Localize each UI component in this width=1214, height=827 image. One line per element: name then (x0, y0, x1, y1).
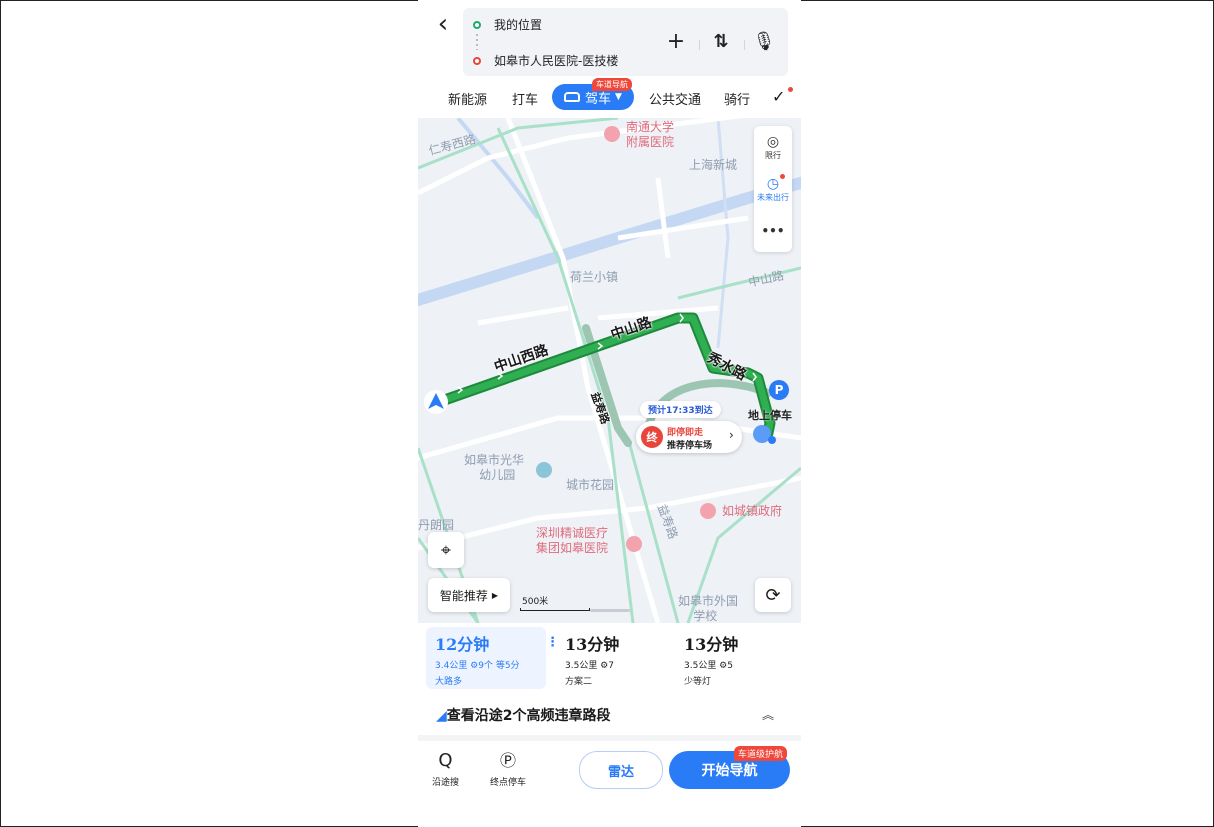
parking-poi-label: 地上停车 (748, 409, 792, 422)
route-options: 12分钟 3.4公里 ⚙9个 等5分 大路多 ⋮ 13分钟 3.5公里 ⚙7 方… (418, 623, 801, 693)
route-option-3[interactable]: 13分钟 3.5公里 ⚙5 少等灯 (684, 631, 738, 687)
search-along-button[interactable]: Q 沿途搜 (432, 750, 459, 788)
origin-field[interactable]: 我的位置 (473, 16, 542, 33)
poi-hospital-sz: 深圳精诚医疗 集团如皋医院 (536, 526, 609, 555)
poi-gov: 如城镇政府 (722, 504, 783, 518)
map-side-tools: ◎ 限行 ◷ 未来出行 ••• (754, 126, 792, 252)
notification-dot (780, 174, 785, 179)
area-label: 荷兰小镇 (570, 270, 619, 284)
future-trip-button[interactable]: ◷ 未来出行 (754, 168, 792, 210)
divider (699, 40, 700, 50)
violation-segments-link[interactable]: ◢查看沿途2个高频违章路段 (436, 705, 611, 725)
lane-nav-badge: 车道导航 (592, 78, 632, 91)
eta-bubble: 预计17:33到达 (640, 401, 721, 418)
area-label: 丹朗园 (418, 518, 455, 532)
expand-up-icon[interactable]: ︽ (762, 706, 774, 723)
destination-dot-icon (473, 56, 481, 65)
route-input-card: 我的位置 如皋市人民医院-医技楼 + ⇅ 🎙 (463, 8, 788, 76)
tab-cycling[interactable]: 骑行 (724, 89, 750, 108)
swap-icon[interactable]: ⇅ (707, 28, 735, 56)
search-icon: Q (438, 750, 453, 771)
tab-transit[interactable]: 公共交通 (649, 89, 701, 108)
parking-suggestion[interactable]: 终 即停即走 推荐停车场 › (636, 421, 742, 453)
scale-label: 500米 (522, 597, 549, 607)
parking-title: 即停即走 (667, 428, 704, 438)
poi-school: 如皋市外国 学校 (678, 594, 739, 623)
end-parking-button[interactable]: Ⓟ 终点停车 (490, 750, 526, 788)
poi-hospital-nt: 南通大学 附属医院 (626, 120, 675, 149)
camera-icon: ◢ (436, 708, 447, 724)
phone-screen: ‹ 我的位置 如皋市人民医院-医技楼 + ⇅ 🎙 新能源 打车 驾车 ▼ 车道导… (418, 0, 801, 827)
future-trip-icon: ◷ (766, 175, 780, 192)
chevron-right-icon: › (729, 428, 734, 442)
route-details-icon[interactable]: ⋮ (546, 635, 559, 650)
destination-label: 如皋市人民医院-医技楼 (494, 54, 619, 68)
locate-icon[interactable]: ⌖ (428, 532, 464, 568)
section-divider (418, 735, 801, 741)
divider (744, 40, 745, 50)
restriction-button[interactable]: ◎ 限行 (754, 126, 792, 168)
route-option-2[interactable]: 13分钟 3.5公里 ⚙7 方案二 (565, 631, 619, 687)
radar-button[interactable]: 雷达 (579, 751, 663, 789)
more-icon: ••• (761, 224, 785, 238)
origin-dot-icon (473, 20, 481, 29)
map-view[interactable]: 南通大学 附属医院 上海新城 荷兰小镇 如皋市光华 幼儿园 城市花园 如城镇政府 … (418, 118, 801, 623)
drag-handle[interactable] (590, 609, 630, 612)
more-modes-chevron-icon[interactable]: ✓ (772, 87, 785, 106)
car-icon (564, 92, 581, 102)
parking-p-icon[interactable]: P (769, 380, 789, 400)
back-button[interactable]: ‹ (432, 11, 454, 38)
tab-new-energy[interactable]: 新能源 (448, 89, 487, 108)
route-connector (476, 34, 478, 50)
more-tools-button[interactable]: ••• (754, 210, 792, 252)
notification-dot (788, 87, 793, 92)
lane-guard-badge: 车道级护航 (734, 746, 788, 761)
mode-tabs: 新能源 打车 驾车 ▼ 车道导航 公共交通 骑行 ✓ (418, 78, 801, 111)
voice-icon[interactable]: 🎙 (750, 28, 778, 56)
route-option-1[interactable]: 12分钟 3.4公里 ⚙9个 等5分 大路多 (435, 631, 520, 687)
area-label: 上海新城 (689, 158, 738, 172)
scale-bar (520, 608, 590, 611)
destination-field[interactable]: 如皋市人民医院-医技楼 (473, 52, 618, 69)
play-icon: ▶ (491, 590, 499, 600)
chevron-down-icon: ▼ (615, 92, 622, 102)
end-badge: 终 (641, 426, 663, 448)
add-waypoint-icon[interactable]: + (662, 28, 690, 56)
parking-sub: 推荐停车场 (667, 441, 713, 451)
parking-icon: Ⓟ (500, 751, 517, 770)
area-label: 城市花园 (566, 478, 615, 492)
origin-label: 我的位置 (494, 18, 543, 32)
poi-kindergarten: 如皋市光华 幼儿园 (464, 453, 525, 482)
restriction-icon: ◎ (766, 133, 780, 150)
refresh-icon[interactable]: ⟳ (755, 578, 791, 612)
smart-recommend-button[interactable]: 智能推荐 ▶ (428, 578, 510, 612)
tab-taxi[interactable]: 打车 (512, 89, 538, 108)
